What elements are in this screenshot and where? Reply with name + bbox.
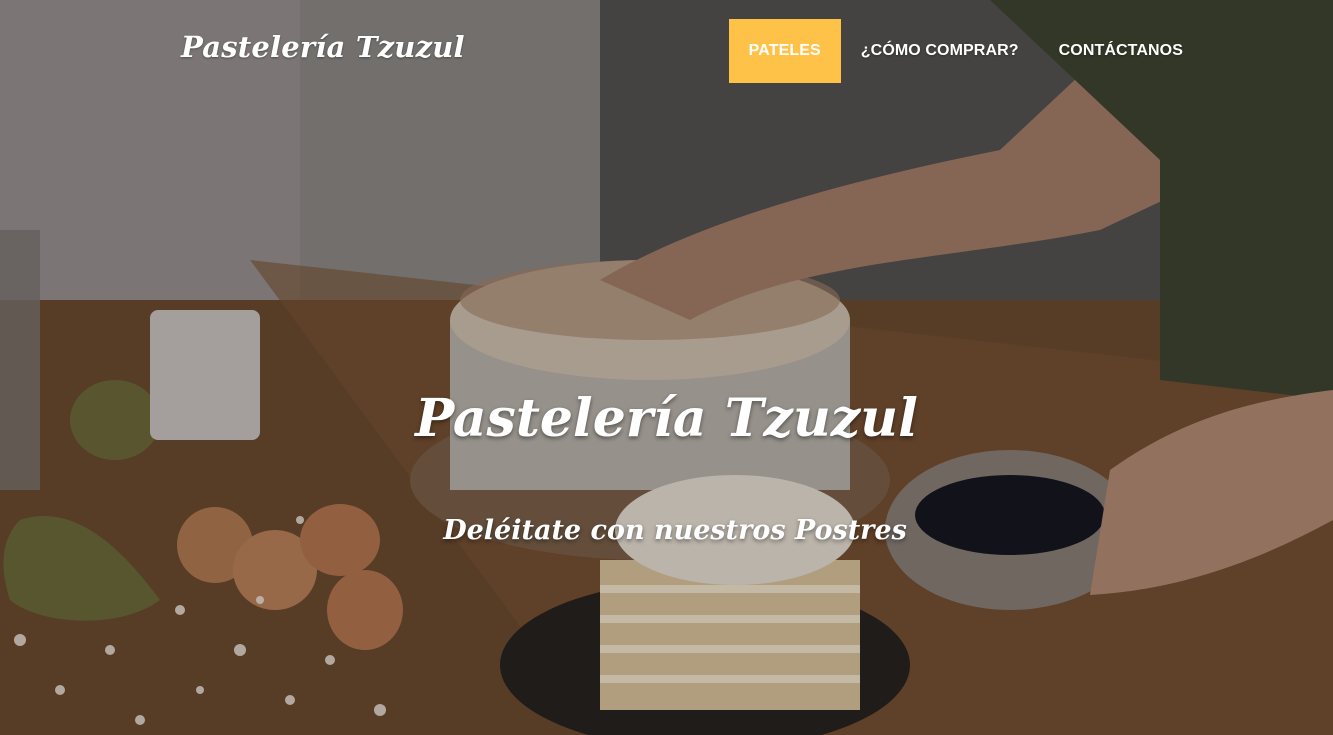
hero-background: [0, 0, 1333, 735]
hero-subtitle: Deléitate con nuestros Postres: [443, 515, 907, 546]
nav-item-como-comprar[interactable]: ¿CÓMO COMPRAR?: [841, 19, 1039, 83]
hero-title: Pastelería Tzuzul: [415, 388, 918, 449]
nav-item-pateles[interactable]: PATELES: [728, 19, 841, 83]
brand-logo[interactable]: Pastelería Tzuzul: [181, 30, 465, 64]
nav-item-contactanos[interactable]: CONTÁCTANOS: [1039, 19, 1203, 83]
hero-overlay: [0, 0, 1333, 735]
main-nav: PATELES ¿CÓMO COMPRAR? CONTÁCTANOS: [728, 19, 1203, 83]
